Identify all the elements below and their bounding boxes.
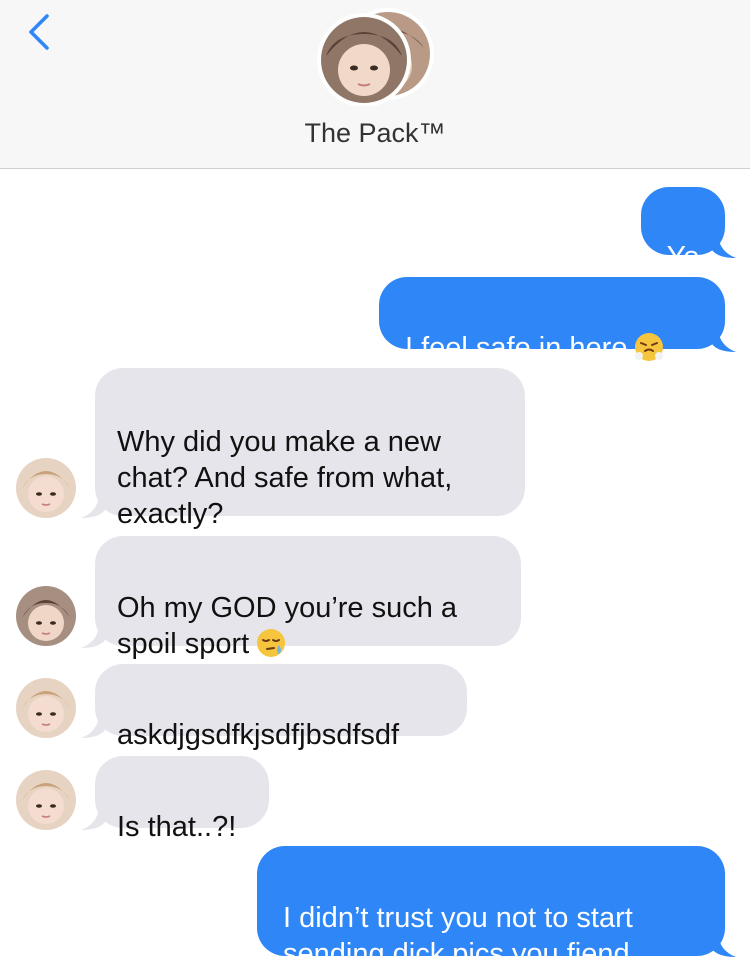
avatar[interactable] — [16, 458, 76, 518]
message-text: Yo — [666, 241, 700, 273]
group-title[interactable]: The Pack™ — [0, 118, 750, 149]
incoming-message[interactable]: Is that..?! — [95, 756, 269, 843]
message-text: I feel safe in here — [405, 332, 628, 364]
chat-screen: The Pack™ Yo I feel safe in here Why did… — [0, 0, 750, 972]
outgoing-message[interactable]: I feel safe in here — [379, 277, 725, 364]
avatar-blond-icon — [16, 770, 76, 830]
bubble-tail — [81, 496, 105, 518]
message-text: Why did you make a new chat? And safe fr… — [117, 426, 453, 530]
group-avatar[interactable] — [312, 8, 440, 107]
avatar-blond-icon — [16, 458, 76, 518]
group-avatar-icon — [317, 8, 434, 107]
incoming-message[interactable]: Why did you make a new chat? And safe fr… — [95, 368, 525, 530]
avatar-brown-icon — [16, 586, 76, 646]
incoming-message[interactable]: askdjgsdfkjsdfjbsdfsdf — [95, 664, 467, 751]
chat-header: The Pack™ — [0, 0, 750, 169]
message-text: askdjgsdfkjsdfjbsdfsdf — [117, 719, 400, 751]
bubble-tail — [712, 935, 736, 957]
avatar[interactable] — [16, 770, 76, 830]
face-with-steam-from-nose-icon — [633, 331, 665, 363]
bubble-tail — [81, 626, 105, 648]
message-text: Is that..?! — [117, 811, 237, 843]
message-text: I didn’t trust you not to start sending … — [283, 902, 633, 970]
back-button[interactable] — [18, 10, 62, 54]
sleepy-face-icon — [255, 627, 287, 659]
bubble-tail — [712, 236, 736, 258]
outgoing-message[interactable]: I didn’t trust you not to start sending … — [257, 846, 725, 970]
avatar-blond-icon — [16, 678, 76, 738]
chevron-left-icon — [29, 14, 49, 50]
avatar[interactable] — [16, 586, 76, 646]
bubble-tail — [712, 330, 736, 352]
avatar[interactable] — [16, 678, 76, 738]
bubble-tail — [81, 808, 105, 830]
bubble-tail — [81, 716, 105, 738]
incoming-message[interactable]: Oh my GOD you’re such a spoil sport — [95, 536, 521, 660]
